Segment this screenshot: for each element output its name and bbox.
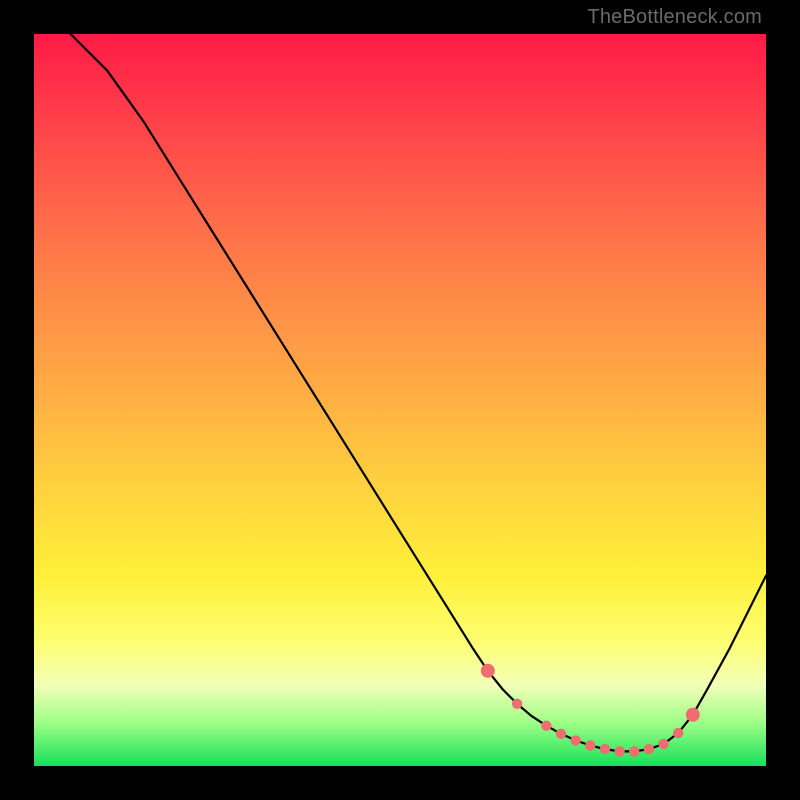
highlight-point: [658, 739, 668, 749]
watermark-text: TheBottleneck.com: [587, 6, 762, 29]
chart-frame: TheBottleneck.com: [0, 0, 800, 800]
highlight-point: [481, 664, 495, 678]
highlight-point: [600, 744, 610, 754]
highlight-point: [556, 729, 566, 739]
highlight-point: [614, 746, 624, 756]
highlight-point: [629, 746, 639, 756]
highlight-point: [585, 740, 595, 750]
highlight-point: [512, 699, 522, 709]
highlight-point: [673, 728, 683, 738]
highlight-point: [571, 735, 581, 745]
chart-svg: [34, 34, 766, 766]
plot-area: [34, 34, 766, 766]
highlight-point: [541, 721, 551, 731]
main-curve: [71, 34, 766, 751]
highlight-point: [644, 744, 654, 754]
highlight-points-group: [481, 664, 700, 757]
highlight-point: [686, 708, 700, 722]
